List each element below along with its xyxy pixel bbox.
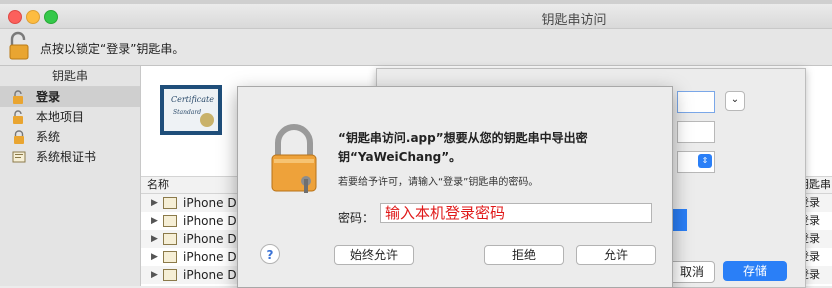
lock-open-icon	[13, 110, 23, 124]
certificate-icon	[12, 151, 26, 163]
popup-arrows-icon: ⇕	[698, 154, 712, 168]
sidebar-header: 钥匙串	[0, 66, 140, 87]
sidebar-item-label: 系统根证书	[36, 150, 97, 164]
column-name-header[interactable]: 名称	[147, 177, 169, 193]
sidebar-item-label: 本地项目	[36, 110, 85, 124]
disclosure-triangle-icon[interactable]: ▶	[151, 212, 158, 230]
keychain-sidebar: 钥匙串 登录 本地项目 系统 系统根证书	[0, 66, 141, 286]
export-permission-dialog: “钥匙串访问.app”想要从您的钥匙串中导出密钥“YaWeiChang”。 若要…	[237, 86, 673, 288]
sidebar-item-local-items[interactable]: 本地项目	[0, 107, 140, 127]
location-popup[interactable]: ⇕	[677, 151, 715, 173]
certificate-icon	[163, 215, 177, 227]
disclosure-triangle-icon[interactable]: ▶	[151, 194, 158, 212]
lock-with-keys-icon	[271, 124, 317, 193]
window-title: 钥匙串访问	[541, 13, 607, 28]
password-field[interactable]	[380, 203, 652, 223]
disclosure-triangle-icon[interactable]: ▶	[151, 230, 158, 248]
sidebar-item-system[interactable]: 系统	[0, 127, 140, 147]
sidebar-item-label: 系统	[36, 130, 61, 144]
sidebar-item-system-roots[interactable]: 系统根证书	[0, 147, 140, 167]
password-label: 密码：	[338, 211, 375, 225]
tags-field[interactable]	[677, 121, 715, 143]
disclosure-triangle-icon[interactable]: ▶	[151, 248, 158, 266]
format-popup[interactable]	[673, 209, 687, 231]
lock-hint-text[interactable]: 点按以锁定“登录”钥匙串。	[40, 40, 184, 57]
cancel-button[interactable]: 取消	[669, 261, 715, 283]
sidebar-item-label: 登录	[36, 90, 61, 104]
svg-text:Standard: Standard	[173, 109, 201, 116]
save-as-field[interactable]	[677, 91, 715, 113]
certificate-icon	[163, 197, 177, 209]
lock-open-icon	[13, 90, 23, 104]
toolbar: 点按以锁定“登录”钥匙串。	[0, 29, 832, 66]
help-button[interactable]: ?	[260, 244, 280, 264]
lock-open-icon[interactable]	[8, 31, 30, 61]
deny-button[interactable]: 拒绝	[484, 245, 564, 265]
certificate-icon	[163, 269, 177, 281]
svg-text:Certificate: Certificate	[171, 95, 214, 104]
dialog-message: “钥匙串访问.app”想要从您的钥匙串中导出密钥“YaWeiChang”。	[338, 131, 588, 164]
always-allow-button[interactable]: 始终允许	[334, 245, 414, 265]
save-button[interactable]: 存储	[723, 261, 787, 281]
allow-button[interactable]: 允许	[576, 245, 656, 265]
sidebar-item-login[interactable]: 登录	[0, 87, 140, 107]
title-bar: 钥匙串访问	[0, 4, 832, 29]
certificate-icon	[163, 251, 177, 263]
lock-icon	[14, 130, 24, 144]
dialog-submessage: 若要给予许可，请输入“登录”钥匙串的密码。	[338, 177, 539, 188]
certificate-icon	[163, 233, 177, 245]
expand-chevron-icon[interactable]: ⌄	[725, 91, 745, 111]
certificate-icon: Certificate Standard	[160, 85, 222, 135]
disclosure-triangle-icon[interactable]: ▶	[151, 266, 158, 284]
